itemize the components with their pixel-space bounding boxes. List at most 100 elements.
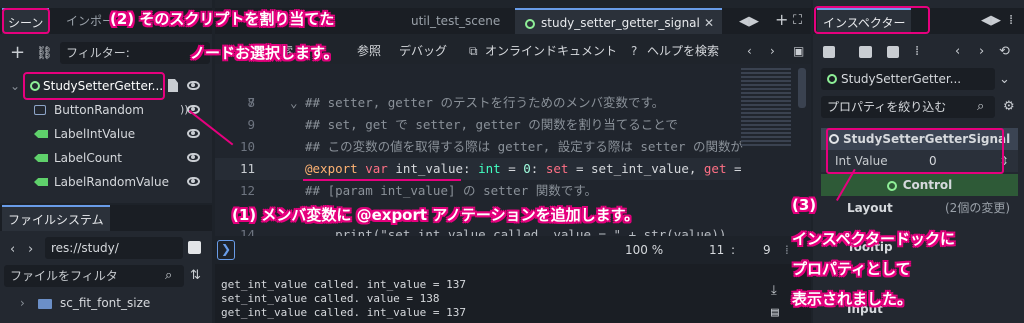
code-line: ## set, get で setter, getter の関数を割り当てること… — [305, 117, 678, 132]
filesystem-dock: ファイルシステム ‹ › res://study/ ファイルをフィルタ ⌕ ⇅ … — [0, 205, 212, 323]
visibility-eye-icon[interactable] — [187, 153, 200, 162]
note-3-line-2: プロパティとして — [792, 260, 911, 278]
node-label: LabelIntValue — [54, 127, 136, 141]
dock-position-icon[interactable]: ◀▶ — [981, 14, 1001, 28]
note-1: (1) メンバ変数に @export アノテーションを追加します。 — [232, 206, 640, 224]
more-icon[interactable]: ⁞ — [785, 236, 789, 264]
new-tab-icon[interactable]: + — [775, 12, 788, 28]
line-number: 11 — [239, 161, 255, 176]
scrollbar[interactable] — [798, 68, 806, 108]
code-line-export: @export var int_value: int = 0: set = se… — [305, 161, 742, 176]
back-icon[interactable]: ‹ — [747, 38, 752, 64]
close-icon[interactable]: ✕ — [704, 10, 714, 36]
copy-output-icon[interactable]: ▤ — [771, 306, 779, 320]
back-icon[interactable]: ‹ — [955, 45, 960, 59]
tab-filesystem[interactable]: ファイルシステム — [2, 205, 110, 231]
line-number: 14 — [239, 227, 255, 236]
menu-icon[interactable]: ⁞ — [1009, 14, 1013, 28]
more-icon[interactable]: ⁞ — [915, 45, 919, 59]
node-selector-label: StudySetterGetter... — [841, 72, 962, 86]
tab-scroll-icon[interactable]: ◀▶ — [739, 15, 759, 29]
file-filter-input[interactable]: ファイルをフィルタ — [4, 265, 184, 287]
tools-icon[interactable]: ⚙ — [1003, 100, 1015, 114]
output-line: set_int_value called. value = 138 — [221, 292, 440, 305]
visibility-eye-icon[interactable] — [187, 177, 200, 186]
search-help-button[interactable]: ヘルプを検索 — [647, 38, 719, 64]
goto-menu[interactable]: 参照 — [357, 38, 381, 64]
layout-group[interactable]: Layout (2個の変更) — [821, 198, 1018, 218]
folder-icon — [38, 299, 52, 309]
search-icon: ⌕ — [977, 99, 985, 114]
fold-arrow-icon[interactable]: ⌄ — [290, 92, 298, 114]
tree-row-labelcount[interactable]: LabelCount — [0, 146, 212, 170]
line-number: 9 — [247, 117, 255, 132]
note-3-number: (3) — [792, 196, 817, 214]
status-bar: ❯ 100 % 11 : 9 ⁞ — [215, 236, 811, 264]
code-line: ## [param int_value] の setter 関数です。 — [305, 183, 597, 198]
note-2-line-1: (2) そのスクリプトを割り当てた — [110, 10, 335, 28]
expand-arrow-icon[interactable]: ⌄ — [10, 74, 20, 98]
code-line: ## setter, getter のテストを行うためのメンバ変数です。 — [305, 95, 665, 110]
back-icon[interactable]: ‹ — [10, 243, 15, 257]
line-number: 8 — [247, 95, 255, 110]
forward-icon[interactable]: › — [28, 243, 33, 257]
line-number: 12 — [239, 183, 255, 198]
label-node-icon — [34, 130, 48, 138]
minimap[interactable] — [741, 68, 791, 148]
output-line: get_int_value called. int_value = 137 — [221, 306, 467, 319]
visibility-eye-icon[interactable] — [187, 81, 200, 90]
highlight-scene-tab — [2, 8, 50, 34]
output-line: get_int_value called. int_value = 137 — [221, 278, 467, 291]
folder-row[interactable]: › sc_fit_font_size — [0, 291, 212, 315]
output-panel: get_int_value called. int_value = 137 se… — [215, 264, 811, 323]
group-title: Layout — [847, 201, 893, 215]
control-icon — [886, 180, 897, 191]
script-icon[interactable] — [168, 79, 178, 92]
open-folder-icon[interactable] — [859, 46, 872, 58]
node-label: LabelRandomValue — [54, 175, 170, 189]
window-icon[interactable]: ▣ — [793, 38, 804, 64]
forward-icon[interactable]: › — [770, 38, 775, 64]
node-selector[interactable]: StudySetterGetter... — [821, 68, 995, 90]
forward-icon[interactable]: › — [979, 45, 984, 59]
tree-row-labelintvalue[interactable]: LabelIntValue — [0, 122, 212, 146]
distraction-free-icon[interactable]: ⛶ — [793, 14, 802, 28]
property-filter-input[interactable]: プロパティを絞り込む — [821, 96, 995, 118]
label-node-icon — [34, 178, 48, 186]
layout-toggle-icon[interactable] — [188, 241, 201, 254]
history-icon[interactable]: ⟲ — [999, 45, 1010, 59]
collapse-arrow-icon[interactable]: › — [20, 291, 25, 315]
tab-study-setter-getter-signal[interactable]: study_setter_getter_signal ✕ — [515, 8, 722, 34]
link-icon[interactable]: ⛓ — [36, 47, 53, 61]
code-line: print("set int value called. value = " +… — [305, 227, 727, 236]
toggle-scripts-panel-icon[interactable]: ❯ — [217, 240, 235, 260]
label-node-icon — [34, 154, 48, 162]
node-label: LabelCount — [54, 151, 123, 165]
save-icon[interactable] — [887, 46, 899, 58]
sort-icon[interactable]: ⇅ — [190, 269, 201, 283]
note-3-line-1: インスペクタードックに — [792, 230, 956, 248]
node-icon — [827, 74, 837, 84]
clear-output-icon[interactable]: ⤓ — [771, 284, 777, 298]
add-node-icon[interactable]: + — [10, 44, 25, 62]
note-2-line-2: ノードお選択します。 — [190, 44, 339, 62]
scene-filter-input[interactable]: フィルター: — [60, 42, 210, 64]
debug-menu[interactable]: デバッグ — [399, 38, 447, 64]
path-input[interactable]: res://study/ — [45, 237, 183, 259]
note-3-line-3: 表示されました。 — [792, 290, 913, 308]
button-node-icon — [34, 105, 46, 115]
node-label: ButtonRandom — [54, 103, 144, 117]
external-link-icon: ⧉ — [469, 44, 478, 58]
highlight-inspector-tab — [814, 6, 930, 34]
tree-row-buttonrandom[interactable]: ButtonRandom )) — [0, 98, 212, 122]
tree-row-labelrandomvalue[interactable]: LabelRandomValue — [0, 170, 212, 194]
chevron-down-icon[interactable]: ⌄ — [999, 73, 1010, 87]
visibility-eye-icon[interactable] — [187, 129, 200, 138]
zoom-level[interactable]: 100 % — [625, 236, 663, 264]
folder-label: sc_fit_font_size — [60, 296, 151, 310]
tab-util-test-scene[interactable]: util_test_scene — [405, 8, 506, 34]
line-number: 10 — [239, 139, 255, 154]
new-resource-icon[interactable] — [823, 46, 835, 58]
tab-label: study_setter_getter_signal — [541, 16, 700, 30]
online-docs-button[interactable]: オンラインドキュメント — [485, 38, 617, 64]
